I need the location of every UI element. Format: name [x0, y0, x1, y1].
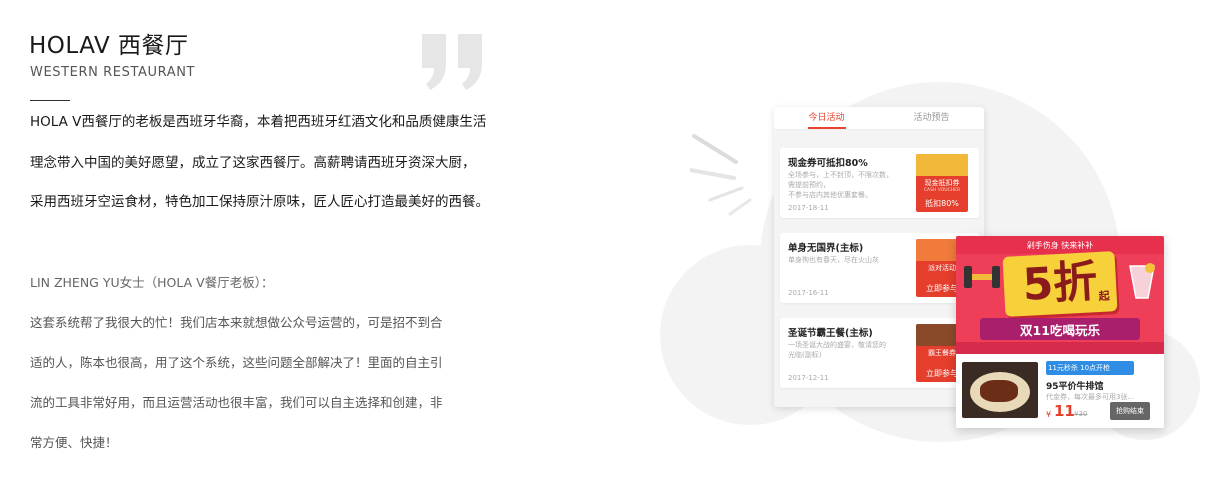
story-line: 采用西班牙空运食材，特色加工保持原汁原味，匠人匠心打造最美好的西餐。: [30, 194, 489, 210]
cash-voucher-badge[interactable]: 现金抵扣券 CASH VOUCHER 抵扣80%: [916, 154, 968, 212]
card-desc: 需提前预约，: [788, 181, 830, 189]
drink-icon: [1129, 263, 1155, 299]
badge-subtitle: CASH VOUCHER: [923, 188, 961, 193]
story-line: 理念带入中国的美好愿望，成立了这家西餐厅。高薪聘请西班牙资深大厨，: [30, 155, 476, 171]
card-date: 2017-18-11: [788, 204, 829, 212]
flash-sale-text: 11元秒杀 10点开枪: [1048, 364, 1111, 372]
tab-activity-preview[interactable]: 活动预告: [879, 107, 984, 129]
promo-slogan: 双11吃喝玩乐: [1020, 323, 1100, 338]
card-desc: 全场参与，上不封顶，不限次数，: [788, 171, 893, 179]
page-title: HOLAV 西餐厅: [29, 33, 189, 59]
card-desc: 一场圣诞大战的盛宴，敬请您的: [788, 341, 886, 349]
testimonial-line: 流的工具非常好用，而且运营活动也很丰富，我们可以自主选择和创建，非: [30, 395, 443, 410]
deal-title: 95平价牛排馆: [1046, 382, 1104, 392]
steak-photo: [962, 362, 1038, 418]
card-desc: 单身狗也有春天，尽在火山灰: [788, 256, 879, 264]
steak-shape: [980, 380, 1018, 402]
deal-price: 11: [1054, 402, 1075, 420]
activity-card[interactable]: 圣诞节霸王餐(主标) 一场圣诞大战的盛宴，敬请您的 光临(副标) 2017-12…: [780, 318, 979, 388]
card-date: 2017-12-11: [788, 374, 829, 382]
testimonial-line: 常方便、快捷！: [30, 435, 118, 450]
dumbbell-icon: [964, 266, 1000, 288]
card-desc: 光临(副标): [788, 351, 822, 359]
badge-action: 抵扣80%: [925, 199, 959, 208]
tab-divider: [774, 129, 984, 130]
title-divider: [30, 100, 70, 101]
discount-value: 5折: [1021, 256, 1099, 311]
banner-floor: [956, 342, 1164, 354]
page-subtitle: WESTERN RESTAURANT: [30, 65, 196, 80]
phone-screen: 今日活动 活动预告 现金券可抵扣80% 全场参与，上不封顶，不限次数， 需提前预…: [774, 107, 984, 407]
price-currency: ¥: [1046, 410, 1052, 419]
card-title: 单身无国界(主标): [788, 243, 864, 254]
banner-header: 剁手伤身 快来补补: [1026, 241, 1094, 250]
burst-lines-decoration: [690, 134, 752, 216]
card-date: 2017-16-11: [788, 289, 829, 297]
activity-card[interactable]: 单身无国界(主标) 单身狗也有春天，尽在火山灰 2017-16-11 派对活动 …: [780, 233, 979, 303]
sale-ended-button[interactable]: 抢购结束: [1110, 402, 1150, 420]
story-line: HOLA V西餐厅的老板是西班牙华裔，本着把西班牙红酒文化和品质健康生活: [30, 114, 487, 130]
badge-title: 现金抵扣券: [924, 179, 960, 187]
card-desc: 不参与店内其他优惠套餐。: [788, 191, 872, 199]
testimonial-line: 适的人，陈本也很高，用了这个系统，这些问题全部解决了！里面的自主引: [30, 355, 443, 370]
coin-icon: [916, 154, 968, 176]
activity-card[interactable]: 现金券可抵扣80% 全场参与，上不封顶，不限次数， 需提前预约， 不参与店内其他…: [780, 148, 979, 218]
card-title: 现金券可抵扣80%: [788, 158, 868, 169]
testimonial-line: 这套系统帮了我很大的忙！我们店本来就想做公众号运营的，可是招不到合: [30, 315, 443, 330]
testimonial-author: LIN ZHENG YU女士（HOLA V餐厅老板）：: [30, 275, 274, 290]
deal-description: 代金券，每次最多可用3张...: [1046, 393, 1135, 401]
tab-today-activities[interactable]: 今日活动: [774, 107, 879, 129]
deal-old-price: ¥30: [1074, 410, 1088, 418]
discount-suffix: 起: [1098, 289, 1111, 303]
double11-promo-card[interactable]: 剁手伤身 快来补补 5折 起 双11吃喝玩乐 11元秒杀 10点开枪 95平价牛…: [956, 236, 1164, 428]
card-title: 圣诞节霸王餐(主标): [788, 328, 873, 339]
quote-mark-icon: [422, 34, 482, 90]
discount-sticker: 5折 起: [1002, 251, 1118, 317]
